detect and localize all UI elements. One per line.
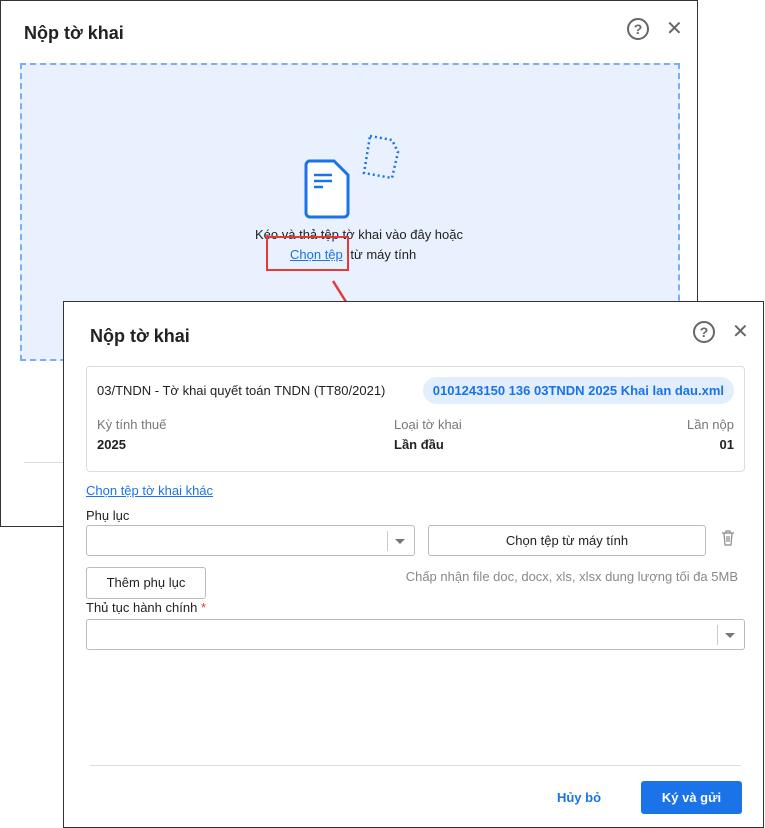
procedure-select[interactable] <box>86 619 745 650</box>
close-icon[interactable]: ✕ <box>666 18 683 40</box>
form-name: 03/TNDN - Tờ khai quyết toán TNDN (TT80/… <box>97 383 386 398</box>
declaration-info-card: 03/TNDN - Tờ khai quyết toán TNDN (TT80/… <box>86 366 745 472</box>
trash-icon[interactable] <box>721 530 735 546</box>
required-mark: * <box>200 600 206 615</box>
close-icon[interactable]: ✕ <box>732 321 749 343</box>
add-appendix-button[interactable]: Thêm phụ lục <box>86 567 206 599</box>
appendix-select[interactable] <box>86 525 415 556</box>
dotted-file-icon <box>362 134 400 180</box>
type-value: Lần đầu <box>394 437 444 452</box>
cancel-button[interactable]: Hủy bỏ <box>544 782 614 814</box>
footer-divider <box>90 765 741 766</box>
sign-and-send-button[interactable]: Ký và gửi <box>641 781 742 814</box>
period-label: Kỳ tính thuế <box>97 417 167 432</box>
period-value: 2025 <box>97 437 126 452</box>
help-icon[interactable]: ? <box>693 321 715 343</box>
accept-note: Chấp nhận file doc, docx, xls, xlsx dung… <box>405 569 738 584</box>
choose-other-file-link[interactable]: Chọn tệp tờ khai khác <box>86 483 213 498</box>
highlight-box <box>266 236 349 271</box>
file-name-badge: 0101243150 136 03TNDN 2025 Khai lan dau.… <box>422 377 734 404</box>
dialog-title: Nộp tờ khai <box>90 326 190 346</box>
appendix-label: Phụ lục <box>86 508 130 523</box>
procedure-label: Thủ tục hành chính * <box>86 600 206 615</box>
chevron-down-icon <box>725 633 735 638</box>
file-icon <box>304 159 350 219</box>
times-label: Lần nộp <box>687 417 734 432</box>
help-icon[interactable]: ? <box>627 18 649 40</box>
front-dialog: Nộp tờ khai ? ✕ 03/TNDN - Tờ khai quyết … <box>63 301 764 828</box>
choose-file-button[interactable]: Chọn tệp từ máy tính <box>428 525 706 556</box>
chevron-down-icon <box>395 539 405 544</box>
procedure-label-text: Thủ tục hành chính <box>86 600 198 615</box>
choose-suffix: từ máy tính <box>350 247 417 262</box>
times-value: 01 <box>719 437 734 452</box>
back-dialog-title: Nộp tờ khai <box>24 23 124 43</box>
type-label: Loại tờ khai <box>394 417 462 432</box>
